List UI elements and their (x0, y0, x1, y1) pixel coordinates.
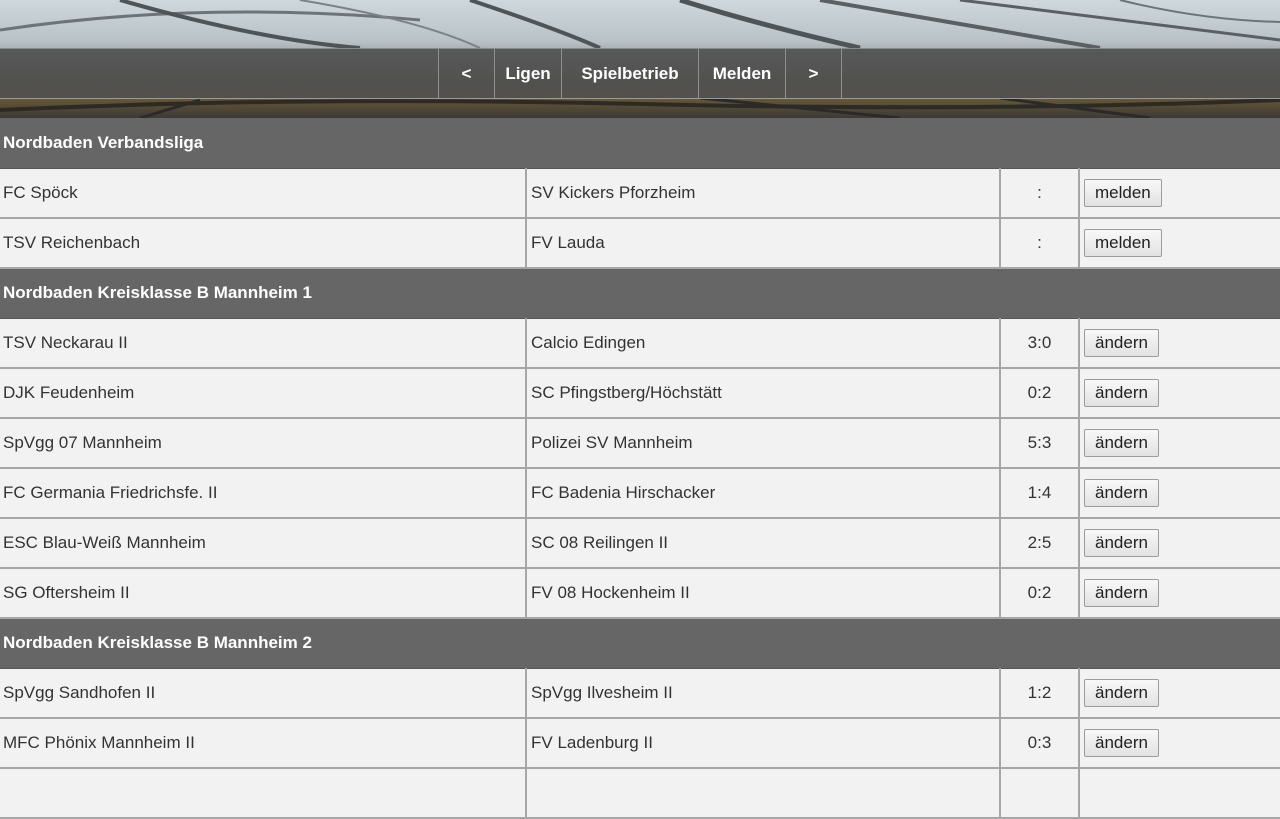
main-navigation: < Ligen Spielbetrieb Melden > (0, 48, 1280, 99)
edit-button[interactable]: ändern (1084, 328, 1159, 357)
away-team: FC Badenia Hirschacker (526, 468, 1001, 519)
league-header: Nordbaden Kreisklasse B Mannheim 2 (0, 618, 1280, 669)
home-team: DJK Feudenheim (0, 368, 527, 419)
nav-melden-link[interactable]: Melden (699, 49, 786, 98)
home-team: MFC Phönix Mannheim II (0, 718, 527, 769)
nav-prev-button[interactable]: < (439, 49, 495, 98)
league-title: Nordbaden Kreisklasse B Mannheim 2 (0, 618, 1280, 669)
score: : (1000, 218, 1080, 269)
match-row: SG Oftersheim II FV 08 Hockenheim II 0:2… (0, 568, 1280, 619)
nav-spielbetrieb-link[interactable]: Spielbetrieb (562, 49, 699, 98)
score: 1:4 (1000, 468, 1080, 519)
away-team: SV Kickers Pforzheim (526, 168, 1001, 219)
edit-button[interactable]: ändern (1084, 429, 1159, 457)
home-team: SpVgg 07 Mannheim (0, 418, 527, 469)
away-team: Polizei SV Mannheim (526, 418, 1001, 469)
away-team: SpVgg Ilvesheim II (526, 668, 1001, 719)
nav-next-button[interactable]: > (786, 49, 842, 98)
score: 1:2 (1000, 668, 1080, 719)
away-team: SC 08 Reilingen II (526, 518, 1001, 569)
match-row: MFC Phönix Mannheim II FV Ladenburg II 0… (0, 718, 1280, 769)
match-row: SpVgg Sandhofen II SpVgg Ilvesheim II 1:… (0, 668, 1280, 719)
home-team: FC Germania Friedrichsfe. II (0, 468, 527, 519)
league-title: Nordbaden Kreisklasse B Mannheim 1 (0, 268, 1280, 319)
league-header: Nordbaden Kreisklasse B Mannheim 1 (0, 268, 1280, 319)
nav-ligen-link[interactable]: Ligen (495, 49, 562, 98)
edit-button[interactable]: ändern (1084, 678, 1159, 707)
match-row-partial (0, 768, 1280, 819)
score: 5:3 (1000, 418, 1080, 469)
away-team: SC Pfingstberg/Höchstätt (526, 368, 1001, 419)
header-banner: < Ligen Spielbetrieb Melden > (0, 0, 1280, 118)
match-row: DJK Feudenheim SC Pfingstberg/Höchstätt … (0, 368, 1280, 419)
home-team: SG Oftersheim II (0, 568, 527, 619)
edit-button[interactable]: ändern (1084, 529, 1159, 557)
edit-button[interactable]: ändern (1084, 579, 1159, 607)
match-row: FC Germania Friedrichsfe. II FC Badenia … (0, 468, 1280, 519)
home-team: TSV Neckarau II (0, 318, 527, 369)
away-team: FV Ladenburg II (526, 718, 1001, 769)
score: 0:2 (1000, 368, 1080, 419)
score: 0:3 (1000, 718, 1080, 769)
match-row: SpVgg 07 Mannheim Polizei SV Mannheim 5:… (0, 418, 1280, 469)
score: 3:0 (1000, 318, 1080, 369)
edit-button[interactable]: ändern (1084, 379, 1159, 407)
away-team: Calcio Edingen (526, 318, 1001, 369)
report-button[interactable]: melden (1084, 178, 1162, 207)
match-row: TSV Reichenbach FV Lauda : melden (0, 218, 1280, 269)
home-team: ESC Blau-Weiß Mannheim (0, 518, 527, 569)
edit-button[interactable]: ändern (1084, 479, 1159, 507)
edit-button[interactable]: ändern (1084, 729, 1159, 757)
league-header: Nordbaden Verbandsliga (0, 118, 1280, 169)
league-title: Nordbaden Verbandsliga (0, 118, 1280, 169)
home-team: TSV Reichenbach (0, 218, 527, 269)
home-team: SpVgg Sandhofen II (0, 668, 527, 719)
away-team: FV Lauda (526, 218, 1001, 269)
score: 2:5 (1000, 518, 1080, 569)
match-table: Nordbaden Verbandsliga FC Spöck SV Kicke… (0, 118, 1280, 819)
score: : (1000, 168, 1080, 219)
match-row: FC Spöck SV Kickers Pforzheim : melden (0, 168, 1280, 219)
away-team: FV 08 Hockenheim II (526, 568, 1001, 619)
home-team: FC Spöck (0, 168, 527, 219)
match-row: ESC Blau-Weiß Mannheim SC 08 Reilingen I… (0, 518, 1280, 569)
report-button[interactable]: melden (1084, 229, 1162, 257)
match-row: TSV Neckarau II Calcio Edingen 3:0 änder… (0, 318, 1280, 369)
score: 0:2 (1000, 568, 1080, 619)
